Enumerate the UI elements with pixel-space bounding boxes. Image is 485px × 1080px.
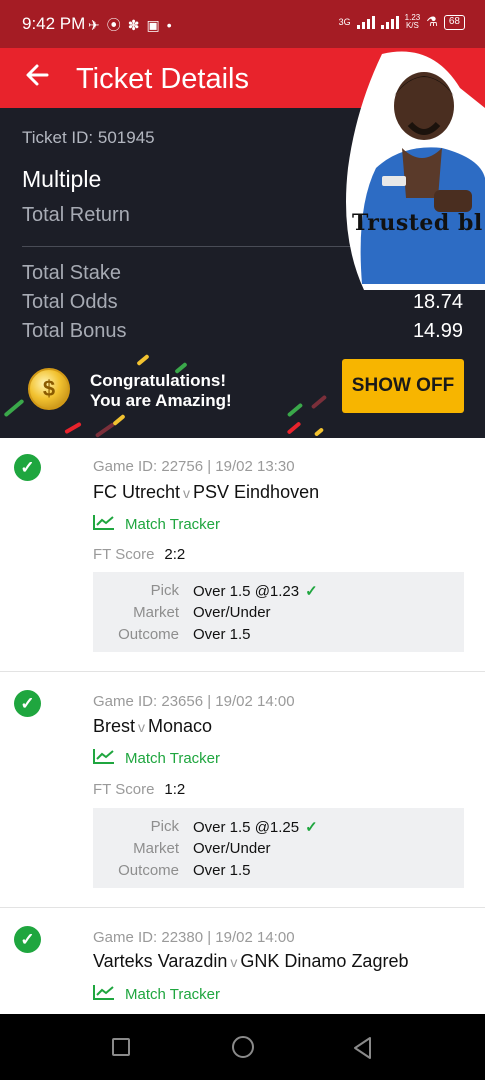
pick-label: Pick xyxy=(150,582,179,599)
total-return-label: Total Return xyxy=(22,204,130,226)
confetti xyxy=(286,421,302,435)
status-bar: 9:42 PM ✈⦿✽▣• 3G 1.23 K/S ⚗ 68 xyxy=(0,0,485,48)
confetti xyxy=(286,402,304,418)
congrats-line-2: You are Amazing! xyxy=(90,391,232,410)
match-tracker-link[interactable]: Match Tracker xyxy=(93,514,220,534)
outcome-label: Outcome xyxy=(118,862,179,879)
system-nav-bar xyxy=(0,1014,485,1080)
congrats-message: Congratulations! You are Amazing! xyxy=(90,371,232,411)
chart-line-icon xyxy=(93,514,115,534)
pick-text: Over 1.5 @1.23 xyxy=(193,583,300,600)
away-team: GNK Dinamo Zagreb xyxy=(240,951,409,971)
pick-details: Pick Over 1.5 @1.23 ✓ Market Over/Under O… xyxy=(93,572,464,652)
pick-label: Pick xyxy=(150,818,179,835)
match-tracker-link[interactable]: Match Tracker xyxy=(93,748,220,768)
total-odds-value: 18.74 xyxy=(412,291,463,313)
ft-score-label: FT Score xyxy=(93,781,155,798)
pick-value: Over 1.5 @1.25 ✓ xyxy=(193,818,318,836)
outcome-label: Outcome xyxy=(118,626,179,643)
ft-score-row: FT Score 2:2 xyxy=(93,546,185,563)
confetti xyxy=(136,353,150,367)
total-bonus-label: Total Bonus xyxy=(22,320,127,342)
ft-score-row: FT Score 1:2 xyxy=(93,781,185,798)
check-circle-icon: ✓ xyxy=(14,454,41,481)
pick-value: Over 1.5 @1.23 ✓ xyxy=(193,582,318,600)
game-item: ✓ Game ID: 23656 | 19/02 14:00 Brest v Mon… xyxy=(0,672,485,908)
ft-score-value: 1:2 xyxy=(164,781,186,798)
home-team: Brest xyxy=(93,716,136,736)
check-icon: ✓ xyxy=(305,819,318,836)
speed-unit: K/S xyxy=(405,21,419,30)
game-id: Game ID: 22756 | 19/02 13:30 xyxy=(93,458,295,475)
versus: v xyxy=(138,719,146,735)
check-circle-icon: ✓ xyxy=(14,926,41,953)
market-value: Over/Under xyxy=(193,840,271,857)
home-icon[interactable] xyxy=(232,1036,254,1058)
game-item: ✓ Game ID: 22756 | 19/02 13:30 FC Utrech… xyxy=(0,438,485,672)
ticket-id: Ticket ID: 501945 xyxy=(22,128,155,147)
sticker-image xyxy=(342,48,485,290)
congrats-line-1: Congratulations! xyxy=(90,371,226,390)
confetti xyxy=(64,421,82,435)
match-tracker-label: Match Tracker xyxy=(125,749,221,767)
versus: v xyxy=(230,954,238,970)
outcome-value: Over 1.5 xyxy=(193,626,251,643)
versus: v xyxy=(183,485,191,501)
battery-icon: 68 xyxy=(443,14,465,30)
status-right: 3G 1.23 K/S ⚗ 68 xyxy=(339,14,465,30)
pick-details: Pick Over 1.5 @1.25 ✓ Market Over/Under O… xyxy=(93,808,464,888)
game-id: Game ID: 22380 | 19/02 14:00 xyxy=(93,929,295,946)
match-teams: FC Utrecht v PSV Eindhoven xyxy=(93,482,319,503)
ft-score-label: FT Score xyxy=(93,546,155,563)
page-title: Ticket Details xyxy=(76,63,249,95)
ft-score-value: 2:2 xyxy=(164,546,186,563)
outcome-value: Over 1.5 xyxy=(193,862,251,879)
home-team: FC Utrecht xyxy=(93,482,181,502)
market-label: Market xyxy=(133,840,179,857)
notification-icons: ✈⦿✽▣• xyxy=(88,17,179,33)
confetti xyxy=(310,394,328,410)
sticker-text: Trusted bl xyxy=(352,210,483,236)
confetti xyxy=(94,422,116,438)
pick-text: Over 1.5 @1.25 xyxy=(193,819,300,836)
confetti xyxy=(313,427,325,437)
coin-icon: $ xyxy=(28,368,70,410)
total-stake-label: Total Stake xyxy=(22,262,121,284)
network-type: 3G xyxy=(338,17,351,27)
battery-level: 68 xyxy=(448,15,460,27)
check-circle-icon: ✓ xyxy=(14,690,41,717)
total-bonus-value: 14.99 xyxy=(412,320,463,342)
game-item: ✓ Game ID: 22380 | 19/02 14:00 Varteks V… xyxy=(0,908,485,1014)
game-id: Game ID: 23656 | 19/02 14:00 xyxy=(93,693,295,710)
nav-back-icon[interactable] xyxy=(352,1036,374,1065)
recent-apps-icon[interactable] xyxy=(112,1038,130,1056)
flask-icon: ⚗ xyxy=(426,14,438,29)
confetti xyxy=(112,413,126,427)
away-team: PSV Eindhoven xyxy=(193,482,320,502)
chart-line-icon xyxy=(93,984,115,1004)
home-team: Varteks Varazdin xyxy=(93,951,228,971)
match-tracker-link[interactable]: Match Tracker xyxy=(93,984,220,1004)
network-speed: 1.23 K/S xyxy=(405,14,421,30)
chart-line-icon xyxy=(93,748,115,768)
confetti xyxy=(3,398,25,418)
away-team: Monaco xyxy=(148,716,213,736)
total-odds-label: Total Odds xyxy=(22,291,118,313)
check-icon: ✓ xyxy=(305,583,318,600)
match-teams: Brest v Monaco xyxy=(93,716,212,737)
market-label: Market xyxy=(133,604,179,621)
coin-symbol: $ xyxy=(42,376,56,401)
back-arrow-icon[interactable] xyxy=(24,62,50,94)
market-value: Over/Under xyxy=(193,604,271,621)
signal-icon xyxy=(356,15,375,29)
match-teams: Varteks Varazdin v GNK Dinamo Zagreb xyxy=(93,951,408,972)
show-off-button[interactable]: SHOW OFF xyxy=(342,359,464,413)
signal-icon-2 xyxy=(380,15,399,29)
status-time: 9:42 PM xyxy=(22,14,86,33)
bet-type: Multiple xyxy=(22,166,102,192)
match-tracker-label: Match Tracker xyxy=(125,985,221,1003)
match-tracker-label: Match Tracker xyxy=(125,515,221,533)
